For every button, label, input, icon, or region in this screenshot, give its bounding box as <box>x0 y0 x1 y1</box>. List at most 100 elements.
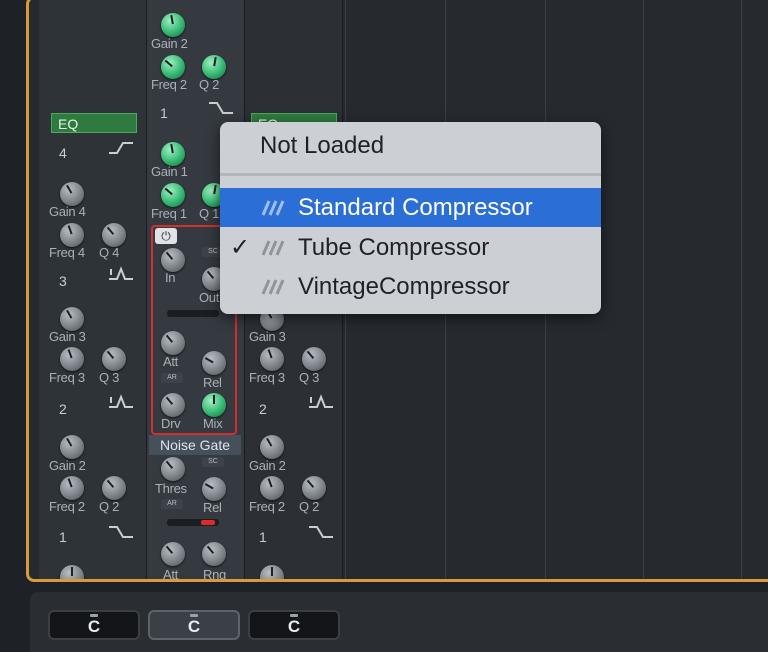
band-number: 1 <box>59 529 67 545</box>
gain-4-knob[interactable] <box>60 182 84 206</box>
knob-label: Q 2 <box>99 499 120 514</box>
knob-label: Att <box>163 354 178 369</box>
plugin-icon <box>261 200 285 216</box>
comp-drv-knob[interactable] <box>161 393 185 417</box>
high-shelf-icon <box>109 142 133 154</box>
knob-label: Gain 1 <box>151 164 188 179</box>
band-number: 1 <box>259 529 267 545</box>
gain-2-knob[interactable] <box>260 435 284 459</box>
knob-label: In <box>165 270 176 285</box>
menu-item-label: Tube Compressor <box>298 234 490 261</box>
knob-label: Q 3 <box>99 370 120 385</box>
q-2-knob[interactable] <box>102 476 126 500</box>
band-number: 3 <box>59 273 67 289</box>
knob-label: Freq 1 <box>151 206 187 221</box>
menu-item-not-loaded[interactable]: Not Loaded <box>260 132 384 160</box>
low-shelf-icon <box>209 102 233 114</box>
checkmark-icon: ✓ <box>230 234 251 261</box>
knob-label: Q 2 <box>299 499 320 514</box>
menu-item-standard-compressor[interactable]: Standard Compressor <box>220 188 601 227</box>
knob-label: Q 3 <box>299 370 320 385</box>
q-3-knob[interactable] <box>102 347 126 371</box>
menu-item-label: Standard Compressor <box>298 194 533 221</box>
pan-control-3[interactable]: C <box>248 610 340 640</box>
auto-button[interactable]: AR <box>161 373 183 383</box>
ng-thres-knob[interactable] <box>161 457 185 481</box>
gain-reduction-meter <box>167 310 219 317</box>
knob-label: Q 4 <box>99 245 120 260</box>
freq-3-knob[interactable] <box>260 347 284 371</box>
ng-rel-knob[interactable] <box>202 477 226 501</box>
knob-label: Gain 4 <box>49 204 86 219</box>
knob-label: Thres <box>155 481 187 496</box>
plugin-icon <box>261 279 285 295</box>
auto-button[interactable]: AR <box>161 499 183 509</box>
comp-in-knob[interactable] <box>161 248 185 272</box>
ng-att-knob[interactable] <box>161 542 185 566</box>
q-2-knob[interactable] <box>202 55 226 79</box>
empty-channel-divider <box>741 0 742 579</box>
pan-value: C <box>287 617 301 636</box>
knob-label: Rel <box>203 375 222 390</box>
knob-label: Freq 2 <box>249 499 285 514</box>
knob-label: Gain 2 <box>49 458 86 473</box>
knob-label: Q 1 <box>199 206 220 221</box>
knob-label: Drv <box>161 416 181 431</box>
freq-2-knob[interactable] <box>161 55 185 79</box>
knob-label: Att <box>163 567 178 582</box>
knob-label: Freq 4 <box>49 245 85 260</box>
q-2-knob[interactable] <box>302 476 326 500</box>
knob-label: Gain 2 <box>151 36 188 51</box>
freq-2-knob[interactable] <box>60 476 84 500</box>
pan-indicator <box>290 614 298 617</box>
ng-rng-knob[interactable] <box>202 542 226 566</box>
knob-partial[interactable] <box>260 565 284 579</box>
noise-gate-label[interactable]: Noise Gate <box>149 435 241 455</box>
plugin-icon <box>261 240 285 256</box>
knob-label: Freq 3 <box>49 370 85 385</box>
menu-item-label: VintageCompressor <box>298 273 510 300</box>
gate-meter <box>167 519 219 526</box>
bell-filter-icon <box>109 394 133 408</box>
pan-control-1[interactable]: C <box>48 610 140 640</box>
sidechain-button[interactable]: SC <box>202 457 224 467</box>
pan-indicator <box>190 614 198 617</box>
band-number: 4 <box>59 145 67 161</box>
power-icon[interactable]: ⏻ <box>155 228 177 244</box>
menu-item-tube-compressor[interactable]: ✓ Tube Compressor <box>220 228 601 267</box>
pan-indicator <box>90 614 98 617</box>
pan-value: C <box>87 617 101 636</box>
comp-rel-knob[interactable] <box>202 351 226 375</box>
knob-label: Freq 2 <box>151 77 187 92</box>
low-shelf-icon <box>309 526 333 538</box>
gain-3-knob[interactable] <box>60 307 84 331</box>
gain-1-knob[interactable] <box>161 142 185 166</box>
knob-label: Rel <box>203 500 222 515</box>
knob-label: Q 2 <box>199 77 220 92</box>
freq-3-knob[interactable] <box>60 347 84 371</box>
knob-label: Gain 2 <box>249 458 286 473</box>
band-number: 2 <box>59 401 67 417</box>
gain-2-knob[interactable] <box>161 13 185 37</box>
freq-4-knob[interactable] <box>60 223 84 247</box>
freq-1-knob[interactable] <box>161 183 185 207</box>
plugin-select-menu: Not Loaded Standard Compressor ✓ Tube Co… <box>220 122 601 314</box>
menu-separator <box>220 173 601 176</box>
knob-label: Mix <box>203 416 223 431</box>
band-number: 1 <box>160 105 168 121</box>
empty-channel-divider <box>643 0 644 579</box>
bell-filter-icon <box>109 266 133 280</box>
knob-partial[interactable] <box>60 565 84 579</box>
q-3-knob[interactable] <box>302 347 326 371</box>
eq-tag[interactable]: EQ <box>51 113 137 133</box>
q-4-knob[interactable] <box>102 223 126 247</box>
knob-label: Freq 3 <box>249 370 285 385</box>
pan-control-2[interactable]: C <box>148 610 240 640</box>
comp-att-knob[interactable] <box>161 331 185 355</box>
knob-label: Rng <box>203 567 226 582</box>
pan-row: C C C <box>30 592 768 652</box>
gain-2-knob[interactable] <box>60 435 84 459</box>
comp-mix-knob[interactable] <box>202 393 226 417</box>
menu-item-vintage-compressor[interactable]: VintageCompressor <box>220 267 601 306</box>
freq-2-knob[interactable] <box>260 476 284 500</box>
